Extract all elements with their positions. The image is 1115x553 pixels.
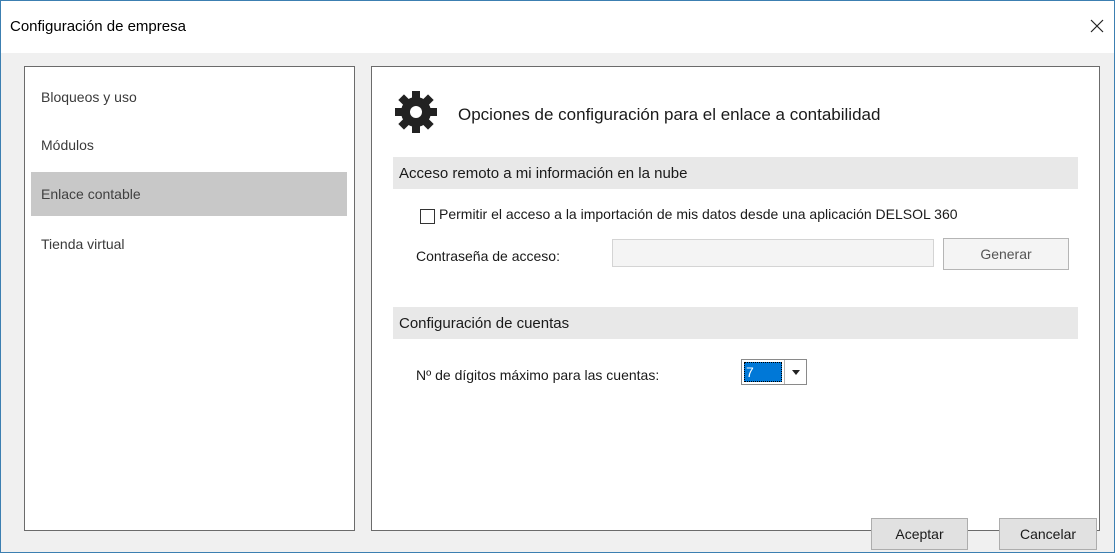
remote-access-checkbox[interactable] [420, 209, 435, 224]
section-header-accounts: Configuración de cuentas [393, 307, 1078, 339]
dialog-window: Configuración de empresa Bloqueos y uso … [0, 0, 1115, 553]
accept-button-label: Aceptar [895, 526, 944, 542]
accept-button[interactable]: Aceptar [871, 518, 968, 550]
close-icon [1090, 19, 1104, 33]
dropdown-button[interactable] [784, 360, 806, 384]
section-title: Configuración de cuentas [399, 314, 570, 332]
window-title: Configuración de empresa [10, 18, 186, 35]
sidebar-item-label: Enlace contable [41, 186, 141, 202]
password-field[interactable] [612, 239, 934, 267]
sidebar-item-enlace-contable[interactable]: Enlace contable [31, 172, 347, 216]
section-header-remote: Acceso remoto a mi información en la nub… [393, 157, 1078, 189]
generate-button-label: Generar [980, 246, 1032, 262]
sidebar-item-tienda-virtual[interactable]: Tienda virtual [31, 222, 347, 266]
password-label: Contraseña de acceso: [416, 248, 560, 264]
title-bar: Configuración de empresa [1, 1, 1114, 53]
cancel-button-label: Cancelar [1019, 526, 1077, 542]
sidebar-item-label: Módulos [41, 137, 94, 153]
close-button[interactable] [1080, 9, 1114, 43]
sidebar-item-bloqueos[interactable]: Bloqueos y uso [31, 75, 347, 119]
chevron-down-icon [791, 369, 800, 375]
max-digits-label: Nº de dígitos máximo para las cuentas: [416, 367, 660, 383]
section-title: Acceso remoto a mi información en la nub… [399, 164, 688, 182]
panel-title: Opciones de configuración para el enlace… [458, 105, 881, 124]
max-digits-value: 7 [744, 362, 782, 382]
settings-panel: Opciones de configuración para el enlace… [371, 66, 1100, 531]
gear-icon [395, 91, 437, 133]
remote-access-checkbox-label[interactable]: Permitir el acceso a la importación de m… [439, 206, 958, 222]
max-digits-select[interactable]: 7 [741, 359, 807, 385]
sidebar-item-label: Bloqueos y uso [41, 89, 137, 105]
sidebar-item-label: Tienda virtual [41, 236, 125, 252]
cancel-button[interactable]: Cancelar [999, 518, 1097, 550]
sidebar-item-modulos[interactable]: Módulos [31, 123, 347, 167]
sidebar: Bloqueos y uso Módulos Enlace contable T… [24, 66, 355, 531]
generate-button[interactable]: Generar [943, 238, 1069, 270]
